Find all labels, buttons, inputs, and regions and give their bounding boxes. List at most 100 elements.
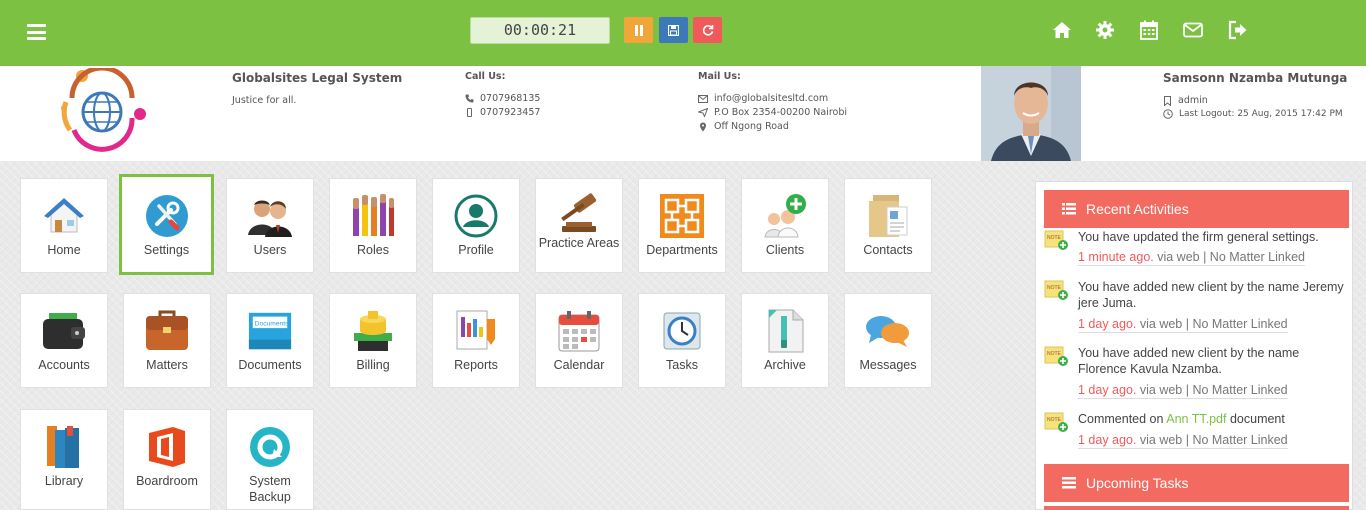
gavel-icon: [561, 193, 597, 232]
user-role: admin: [1178, 95, 1208, 106]
profile-icon: [454, 194, 498, 238]
tile-practice-areas[interactable]: Practice Areas: [535, 178, 623, 273]
tile-messages[interactable]: Messages: [844, 293, 932, 388]
activity-text: You have updated the firm general settin…: [1078, 230, 1319, 244]
backup-icon: [250, 427, 290, 467]
home-icon[interactable]: [1051, 19, 1073, 41]
logout-icon[interactable]: [1227, 19, 1249, 41]
tile-profile[interactable]: Profile: [432, 178, 520, 273]
last-logout: Last Logout: 25 Aug, 2015 17:42 PM: [1179, 109, 1343, 119]
menu-icon[interactable]: [27, 24, 46, 40]
activity-meta: 1 day ago. via web | No Matter Linked: [1078, 383, 1288, 399]
tile-accounts[interactable]: Accounts: [20, 293, 108, 388]
activity-text: Commented on Ann TT.pdf document: [1078, 412, 1285, 426]
user-avatar[interactable]: [981, 66, 1081, 161]
note-icon: NOTE: [1044, 412, 1068, 432]
tile-departments[interactable]: Departments: [638, 178, 726, 273]
tile-label: Home: [47, 243, 81, 257]
tile-matters[interactable]: Matters: [123, 293, 211, 388]
tile-label: Reports: [454, 358, 498, 372]
calendar-app-icon: [558, 311, 600, 352]
recent-activities-title: Recent Activities: [1086, 201, 1189, 217]
document-link[interactable]: Ann TT.pdf: [1166, 412, 1226, 426]
svg-text:NOTE: NOTE: [1047, 417, 1062, 423]
house-icon: [44, 198, 84, 233]
tile-label: Users: [253, 243, 287, 257]
activity-text: You have added new client by the name Fl…: [1078, 346, 1300, 376]
activity-meta: 1 day ago. via web | No Matter Linked: [1078, 433, 1288, 449]
clock-icon: [1163, 109, 1173, 119]
reports-icon: [456, 310, 495, 350]
activity-time: 1 day ago.: [1078, 383, 1137, 397]
save-timer-button[interactable]: [659, 17, 688, 43]
tasks-clock-icon: [663, 312, 701, 350]
tile-label: Settings: [143, 243, 190, 257]
firm-name: Globalsites Legal System: [232, 71, 403, 85]
tile-system-backup[interactable]: System Backup: [226, 409, 314, 510]
mail-label: Mail Us:: [698, 71, 741, 82]
calendar-icon[interactable]: [1138, 19, 1160, 41]
user-name: Samsonn Nzamba Mutunga: [1163, 71, 1348, 85]
tile-label: Departments: [646, 243, 718, 257]
tile-billing[interactable]: Billing: [329, 293, 417, 388]
tile-label: Contacts: [863, 243, 913, 257]
contacts-folder-icon: [869, 195, 908, 237]
tasks-list-icon: [1062, 477, 1076, 489]
pause-timer-button[interactable]: [624, 17, 653, 43]
gear-icon[interactable]: [1094, 19, 1116, 41]
tile-label: Roles: [357, 243, 389, 257]
mobile-icon: [467, 108, 472, 117]
mail-icon[interactable]: [1182, 19, 1204, 41]
tile-label: Tasks: [666, 358, 698, 372]
call-label: Call Us:: [465, 71, 506, 82]
users-icon: [248, 200, 292, 237]
tile-reports[interactable]: Reports: [432, 293, 520, 388]
tile-label: Profile: [458, 243, 494, 257]
activity-meta: 1 minute ago. via web | No Matter Linked: [1078, 250, 1305, 266]
pause-icon: [634, 24, 643, 36]
reset-timer-button[interactable]: [693, 17, 722, 43]
tile-clients[interactable]: Clients: [741, 178, 829, 273]
activity-item: NOTE You have added new client by the na…: [1044, 279, 1349, 333]
activity-time: 1 day ago.: [1078, 433, 1137, 447]
documents-folder-icon: Documents: [248, 312, 292, 350]
top-bar: 00:00:21: [0, 0, 1366, 66]
tile-library[interactable]: Library: [20, 409, 108, 510]
save-icon: [668, 24, 679, 36]
tile-label: Archive: [764, 358, 806, 372]
tile-tasks[interactable]: Tasks: [638, 293, 726, 388]
svg-text:NOTE: NOTE: [1047, 285, 1062, 291]
tile-users[interactable]: Users: [226, 178, 314, 273]
note-icon: NOTE: [1044, 346, 1068, 366]
recent-activities-header[interactable]: Recent Activities: [1044, 190, 1349, 228]
tile-documents[interactable]: Documents Documents: [226, 293, 314, 388]
activity-item: NOTE You have updated the firm general s…: [1044, 229, 1349, 269]
call-info: Call Us: 0707968135 0707923457: [465, 71, 540, 118]
street-address: Off Ngong Road: [714, 121, 789, 132]
tile-home[interactable]: Home: [20, 178, 108, 273]
postal-address: P.O Box 2354-00200 Nairobi: [714, 107, 848, 118]
archive-zip-icon: [768, 309, 804, 353]
activity-panel: Recent Activities NOTE You have updated …: [1035, 181, 1353, 510]
tile-calendar[interactable]: Calendar: [535, 293, 623, 388]
list-icon: [1062, 203, 1076, 215]
timer-display: 00:00:21: [470, 17, 610, 44]
next-panel-edge: [1044, 506, 1349, 510]
activity-item: NOTE Commented on Ann TT.pdf document 1 …: [1044, 411, 1349, 451]
upcoming-tasks-header[interactable]: Upcoming Tasks: [1044, 464, 1349, 502]
tile-label: Calendar: [553, 358, 605, 372]
tile-settings[interactable]: Settings: [119, 174, 214, 275]
tile-label: Clients: [765, 243, 805, 257]
firm-logo: [61, 68, 146, 152]
tile-archive[interactable]: Archive: [741, 293, 829, 388]
phone-icon: [465, 94, 474, 103]
chat-bubbles-icon: [866, 316, 909, 347]
tile-label: Billing: [356, 358, 390, 372]
tile-roles[interactable]: Roles: [329, 178, 417, 273]
tile-label: Documents: [238, 358, 302, 372]
envelope-icon: [698, 94, 708, 103]
phone-2: 0707923457: [480, 107, 541, 118]
tile-contacts[interactable]: Contacts: [844, 178, 932, 273]
tile-boardroom[interactable]: Boardroom: [123, 409, 211, 510]
activity-meta: 1 day ago. via web | No Matter Linked: [1078, 317, 1288, 333]
